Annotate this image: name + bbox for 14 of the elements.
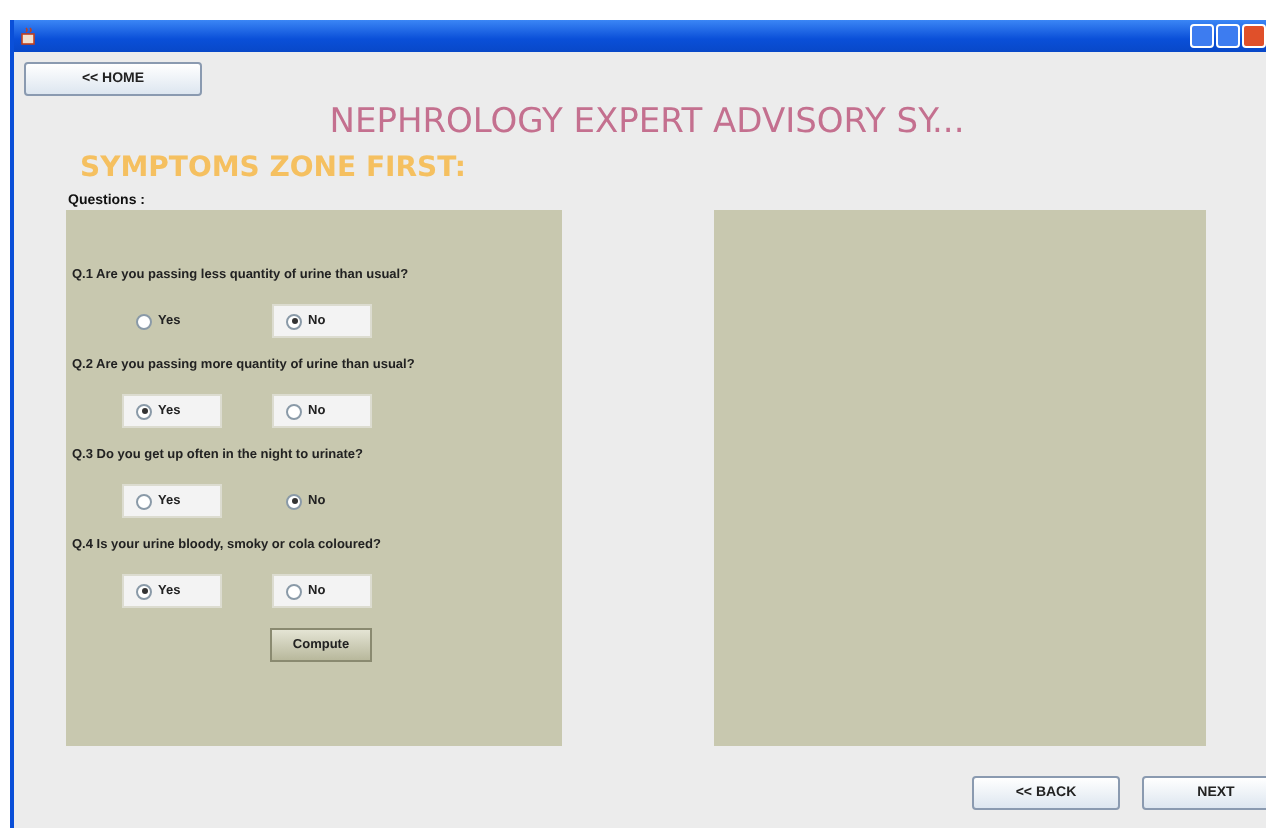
radio-dot-icon[interactable]	[286, 403, 302, 419]
radio-dot-icon[interactable]	[286, 583, 302, 599]
maximize-icon[interactable]	[1216, 24, 1240, 48]
app-title: NEPHROLOGY EXPERT ADVISORY SY...	[329, 102, 965, 142]
minimize-icon[interactable]	[1190, 24, 1214, 48]
radio-dot-icon[interactable]	[136, 493, 152, 509]
radio-dot-icon[interactable]	[136, 313, 152, 329]
close-icon[interactable]	[1242, 24, 1266, 48]
java-cup-icon	[20, 26, 38, 46]
section-heading: SYMPTOMS ZONE FIRST:	[80, 152, 468, 184]
radio-dot-icon[interactable]	[136, 403, 152, 419]
radio-dot-icon[interactable]	[286, 493, 302, 509]
radio-dot-icon[interactable]	[136, 583, 152, 599]
radio-dot-icon[interactable]	[286, 313, 302, 329]
